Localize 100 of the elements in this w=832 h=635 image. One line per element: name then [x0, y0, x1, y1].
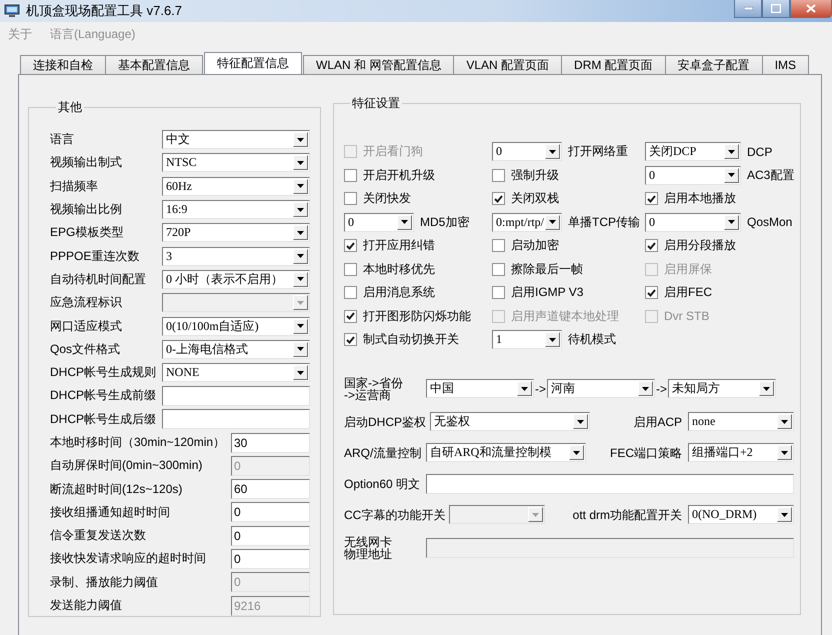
field-label: 无线网卡物理地址	[344, 536, 392, 560]
dropdown[interactable]: 关闭DCP	[645, 142, 741, 162]
caret-icon	[577, 420, 584, 424]
checkbox[interactable]	[344, 333, 357, 346]
caret-icon	[297, 370, 304, 375]
caret-icon	[297, 347, 304, 352]
checkbox[interactable]	[645, 286, 658, 300]
field-label: DHCP帐号生成规则	[50, 364, 158, 382]
field-label: 待机模式	[568, 331, 616, 348]
dropdown[interactable]: 3	[162, 246, 310, 266]
checkbox-label: 启用消息系统	[363, 284, 435, 302]
field-label: 视频输出制式	[50, 154, 123, 172]
caret-icon	[549, 220, 556, 224]
field-label: 网口适应模式	[50, 318, 123, 335]
maximize-icon	[771, 4, 781, 13]
input-field[interactable]: 60	[231, 479, 310, 500]
field-label: DHCP帐号生成前缀	[50, 387, 158, 404]
group-title: 特征设置	[351, 95, 401, 112]
checkbox-label: 启动加密	[511, 237, 559, 254]
field-label: EPG模板类型	[50, 224, 124, 242]
input-field[interactable]: 0	[231, 526, 310, 546]
field-label: 本地时移时间（30min~120min）	[50, 434, 226, 451]
close-button[interactable]	[790, 0, 832, 18]
window-title: 机顶盒现场配置工具 v7.6.7	[26, 2, 182, 20]
dropdown[interactable]: 河南	[547, 379, 656, 398]
dropdown[interactable]: 0	[645, 212, 741, 232]
computer-icon	[4, 4, 20, 18]
checkbox[interactable]	[492, 286, 505, 300]
caret-icon	[521, 386, 528, 390]
dropdown[interactable]: 0-上海电信格式	[162, 340, 310, 359]
caret-icon	[297, 324, 304, 328]
maximize-button[interactable]	[762, 0, 790, 18]
separator-text: ->	[535, 382, 546, 396]
dropdown[interactable]: 1	[492, 330, 562, 350]
tab[interactable]: DRM 配置页面	[561, 55, 666, 74]
input-field[interactable]	[162, 409, 310, 430]
dropdown[interactable]: 720P	[162, 223, 310, 242]
dropdown[interactable]: 自研ARQ和流量控制模	[426, 443, 586, 462]
field-label: Qos文件格式	[50, 340, 122, 358]
field-label: Option60 明文	[344, 478, 422, 490]
checkbox[interactable]	[492, 262, 505, 276]
dropdown[interactable]: 60Hz	[162, 176, 310, 196]
dropdown[interactable]: none	[688, 412, 794, 431]
caret-icon	[573, 450, 580, 454]
checkbox-label: 启用本地播放	[664, 190, 736, 208]
caret-icon	[728, 173, 735, 178]
input-field[interactable]: 0	[231, 548, 310, 569]
dropdown[interactable]: 未知局方	[668, 379, 776, 398]
checkbox-label: 本地时移优先	[363, 260, 435, 278]
input-field[interactable]	[162, 386, 310, 406]
dropdown[interactable]: 0 小时（表示不启用）	[162, 270, 310, 289]
caret-icon	[297, 300, 304, 305]
checkbox[interactable]	[492, 168, 505, 182]
dropdown[interactable]: 无鉴权	[430, 412, 590, 431]
tab[interactable]: IMS	[762, 55, 810, 74]
field-label: DCP	[747, 144, 772, 159]
tab[interactable]: WLAN 和 网管配置信息	[303, 55, 454, 74]
field-label: 接收快发请求响应的超时时间	[50, 550, 207, 568]
minimize-button[interactable]	[734, 0, 762, 18]
checkbox[interactable]	[492, 192, 505, 206]
dropdown[interactable]: 0:mpt/rtp/	[492, 212, 562, 232]
dropdown[interactable]: 0	[492, 142, 562, 162]
checkbox[interactable]	[492, 239, 505, 252]
caret-icon	[297, 230, 304, 235]
input-field[interactable]: 30	[231, 432, 310, 452]
dropdown[interactable]: 0	[344, 212, 414, 232]
dropdown[interactable]: 组播端口+2	[688, 443, 794, 462]
checkbox[interactable]	[645, 192, 658, 206]
input-field[interactable]	[426, 474, 794, 494]
input-field[interactable]: 0	[231, 502, 310, 522]
dropdown[interactable]: 0	[645, 166, 741, 185]
group-title: 其他	[57, 99, 83, 116]
checkbox[interactable]	[344, 168, 357, 182]
caret-icon	[781, 420, 788, 424]
dropdown[interactable]: 0(10/100m自适应)	[162, 316, 310, 336]
dropdown[interactable]: 0(NO_DRM)	[688, 505, 794, 524]
caret-icon	[401, 220, 408, 224]
dropdown[interactable]: 中国	[426, 379, 534, 398]
checkbox[interactable]	[344, 239, 357, 252]
checkbox-label: 打开图形防闪烁功能	[363, 308, 471, 325]
checkbox[interactable]	[344, 286, 357, 300]
checkbox[interactable]	[645, 239, 658, 252]
tab[interactable]: VLAN 配置页面	[453, 55, 562, 74]
tab[interactable]: 基本配置信息	[105, 55, 203, 74]
tab[interactable]: 特征配置信息	[204, 52, 302, 74]
caret-icon	[781, 512, 788, 516]
checkbox-label: Dvr STB	[664, 309, 710, 324]
checkbox-label: 启用声道键本地处理	[511, 308, 619, 325]
tab[interactable]: 连接和自检	[20, 55, 106, 74]
dropdown[interactable]: NTSC	[162, 153, 310, 172]
dropdown[interactable]: 中文	[162, 130, 310, 150]
dropdown[interactable]: 16:9	[162, 200, 310, 220]
field-label: MD5加密	[420, 214, 470, 231]
dropdown[interactable]: NONE	[162, 363, 310, 382]
checkbox[interactable]	[344, 262, 357, 276]
field-label: ARQ/流量控制	[344, 446, 422, 458]
tab[interactable]: 安卓盒子配置	[664, 55, 763, 74]
field-label: 启用ACP	[633, 416, 682, 428]
checkbox[interactable]	[344, 192, 357, 206]
checkbox[interactable]	[344, 310, 357, 323]
